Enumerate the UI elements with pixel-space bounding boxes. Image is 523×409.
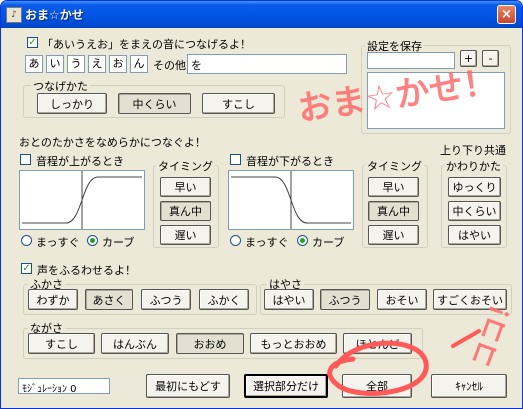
annotation-omakase: おま☆かせ！: [295, 62, 499, 130]
annotation-overlay: おま☆かせ！ ココ！: [295, 62, 522, 396]
annotation-circle: [327, 340, 429, 396]
annotation-koko: ココ！: [467, 289, 522, 373]
app-window: ♪ おま☆かせ × ✓ 「あいうえお」をまえの音につなげるよ！ あ い う え …: [0, 0, 523, 409]
